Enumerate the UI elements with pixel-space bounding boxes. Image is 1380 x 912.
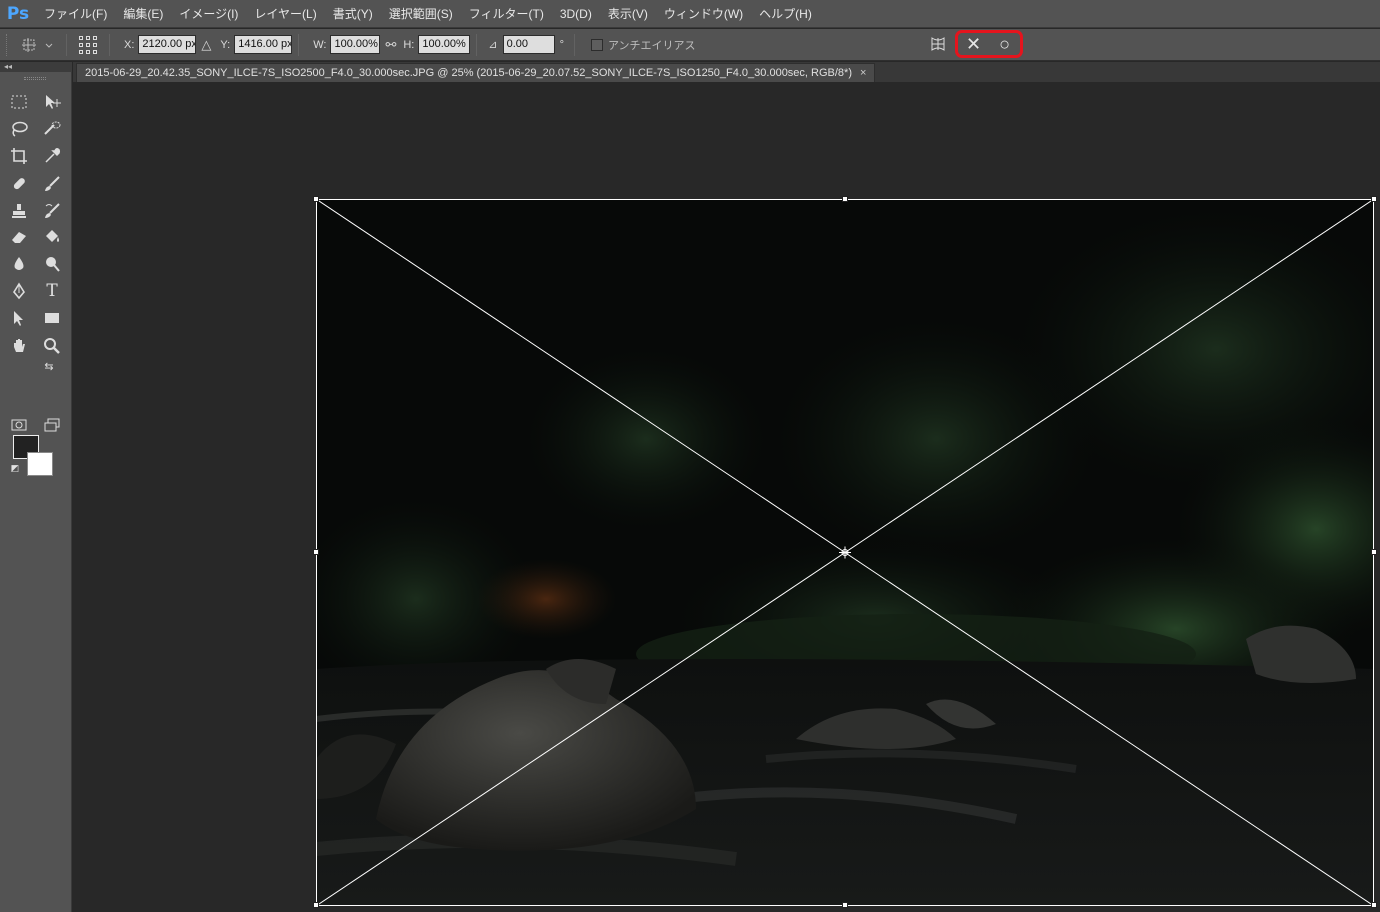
background-color-swatch[interactable] — [27, 452, 53, 476]
history-brush-tool-icon[interactable] — [39, 199, 65, 223]
link-icon[interactable]: ⚯ — [385, 37, 396, 53]
commit-transform-button[interactable]: ○ — [993, 34, 1017, 55]
type-tool-icon[interactable]: T — [39, 279, 65, 303]
photoshop-logo: Ps — [6, 3, 30, 24]
menu-type[interactable]: 書式(Y) — [325, 0, 381, 28]
quick-selection-tool-icon[interactable] — [39, 117, 65, 141]
antialias-checkbox[interactable] — [590, 38, 603, 51]
move-tool-icon[interactable] — [39, 90, 65, 114]
separator — [109, 33, 110, 56]
swap-colors-icon[interactable]: ⇆ — [40, 359, 58, 373]
separator — [476, 33, 478, 56]
menu-edit[interactable]: 編集(E) — [115, 0, 171, 28]
menu-bar: Ps ファイル(F) 編集(E) イメージ(I) レイヤー(L) 書式(Y) 選… — [0, 0, 1380, 28]
screen-mode-icon[interactable] — [39, 413, 65, 437]
reference-point-icon[interactable] — [79, 35, 97, 54]
canvas-area[interactable] — [73, 82, 1380, 912]
marquee-tool-icon[interactable] — [6, 90, 32, 114]
path-selection-tool-icon[interactable] — [6, 306, 32, 330]
tool-preset-picker[interactable] — [20, 34, 60, 56]
cancel-transform-button[interactable]: ✕ — [962, 34, 986, 55]
quick-mask-icon[interactable] — [6, 413, 32, 437]
warp-mode-icon[interactable] — [929, 36, 947, 55]
height-input[interactable]: 100.00% — [418, 35, 471, 54]
menu-3d[interactable]: 3D(D) — [552, 0, 600, 28]
commit-cancel-highlight: ✕ ○ — [955, 30, 1023, 58]
photo-content — [316, 199, 1374, 906]
zoom-tool-icon[interactable] — [39, 334, 65, 358]
separator — [298, 33, 300, 56]
spot-healing-brush-icon[interactable] — [6, 172, 32, 196]
paint-bucket-tool-icon[interactable] — [39, 225, 65, 249]
pen-tool-icon[interactable] — [6, 279, 32, 303]
y-label: Y: — [220, 38, 231, 51]
crop-tool-icon[interactable] — [6, 144, 32, 168]
panel-collapse-bar[interactable]: ◂◂ — [0, 62, 72, 72]
menu-select[interactable]: 選択範囲(S) — [381, 0, 461, 28]
night-river-photo — [316, 199, 1374, 906]
menu-layer[interactable]: レイヤー(L) — [246, 0, 324, 28]
eyedropper-tool-icon[interactable] — [39, 144, 65, 168]
lasso-tool-icon[interactable] — [6, 117, 32, 141]
blur-tool-icon[interactable] — [6, 252, 32, 276]
separator — [66, 33, 67, 56]
menu-help[interactable]: ヘルプ(H) — [751, 0, 820, 28]
width-input[interactable]: 100.00% — [330, 35, 381, 54]
close-tab-icon[interactable]: × — [860, 67, 866, 79]
w-label: W: — [313, 38, 327, 51]
hand-tool-icon[interactable] — [6, 334, 32, 358]
transform-tool-icon — [22, 37, 53, 52]
menu-filter[interactable]: フィルター(T) — [461, 0, 552, 28]
document-tab-title: 2015-06-29_20.42.35_SONY_ILCE-7S_ISO2500… — [85, 67, 852, 79]
y-position-input[interactable]: 1416.00 px — [234, 35, 293, 54]
clone-stamp-tool-icon[interactable] — [6, 199, 32, 223]
options-bar: X: 2120.00 px △ Y: 1416.00 px W: 100.00%… — [0, 29, 1380, 61]
antialias-label: アンチエイリアス — [607, 39, 696, 52]
delta-icon[interactable]: △ — [201, 37, 211, 53]
eraser-tool-icon[interactable] — [6, 225, 32, 249]
menu-file[interactable]: ファイル(F) — [36, 0, 115, 28]
separator — [573, 33, 575, 56]
menu-window[interactable]: ウィンドウ(W) — [656, 0, 751, 28]
rotate-input[interactable]: 0.00 — [502, 35, 555, 54]
options-grip[interactable] — [6, 33, 12, 56]
default-colors-icon[interactable]: ◩ — [8, 461, 22, 475]
document-tab[interactable]: 2015-06-29_20.42.35_SONY_ILCE-7S_ISO2500… — [76, 63, 876, 82]
h-label: H: — [403, 38, 415, 51]
x-position-input[interactable]: 2120.00 px — [138, 35, 197, 54]
dodge-tool-icon[interactable] — [39, 252, 65, 276]
brush-tool-icon[interactable] — [39, 172, 65, 196]
tools-panel: T ⇆ ◩ — [0, 72, 72, 912]
document-tab-bar: 2015-06-29_20.42.35_SONY_ILCE-7S_ISO2500… — [73, 62, 1380, 82]
menu-view[interactable]: 表示(V) — [600, 0, 656, 28]
x-label: X: — [124, 38, 135, 51]
menu-image[interactable]: イメージ(I) — [171, 0, 246, 28]
rectangle-tool-icon[interactable] — [39, 306, 65, 330]
tools-grip[interactable] — [24, 77, 46, 80]
angle-icon: ⊿ — [488, 39, 498, 51]
angle-unit: ° — [559, 38, 564, 51]
